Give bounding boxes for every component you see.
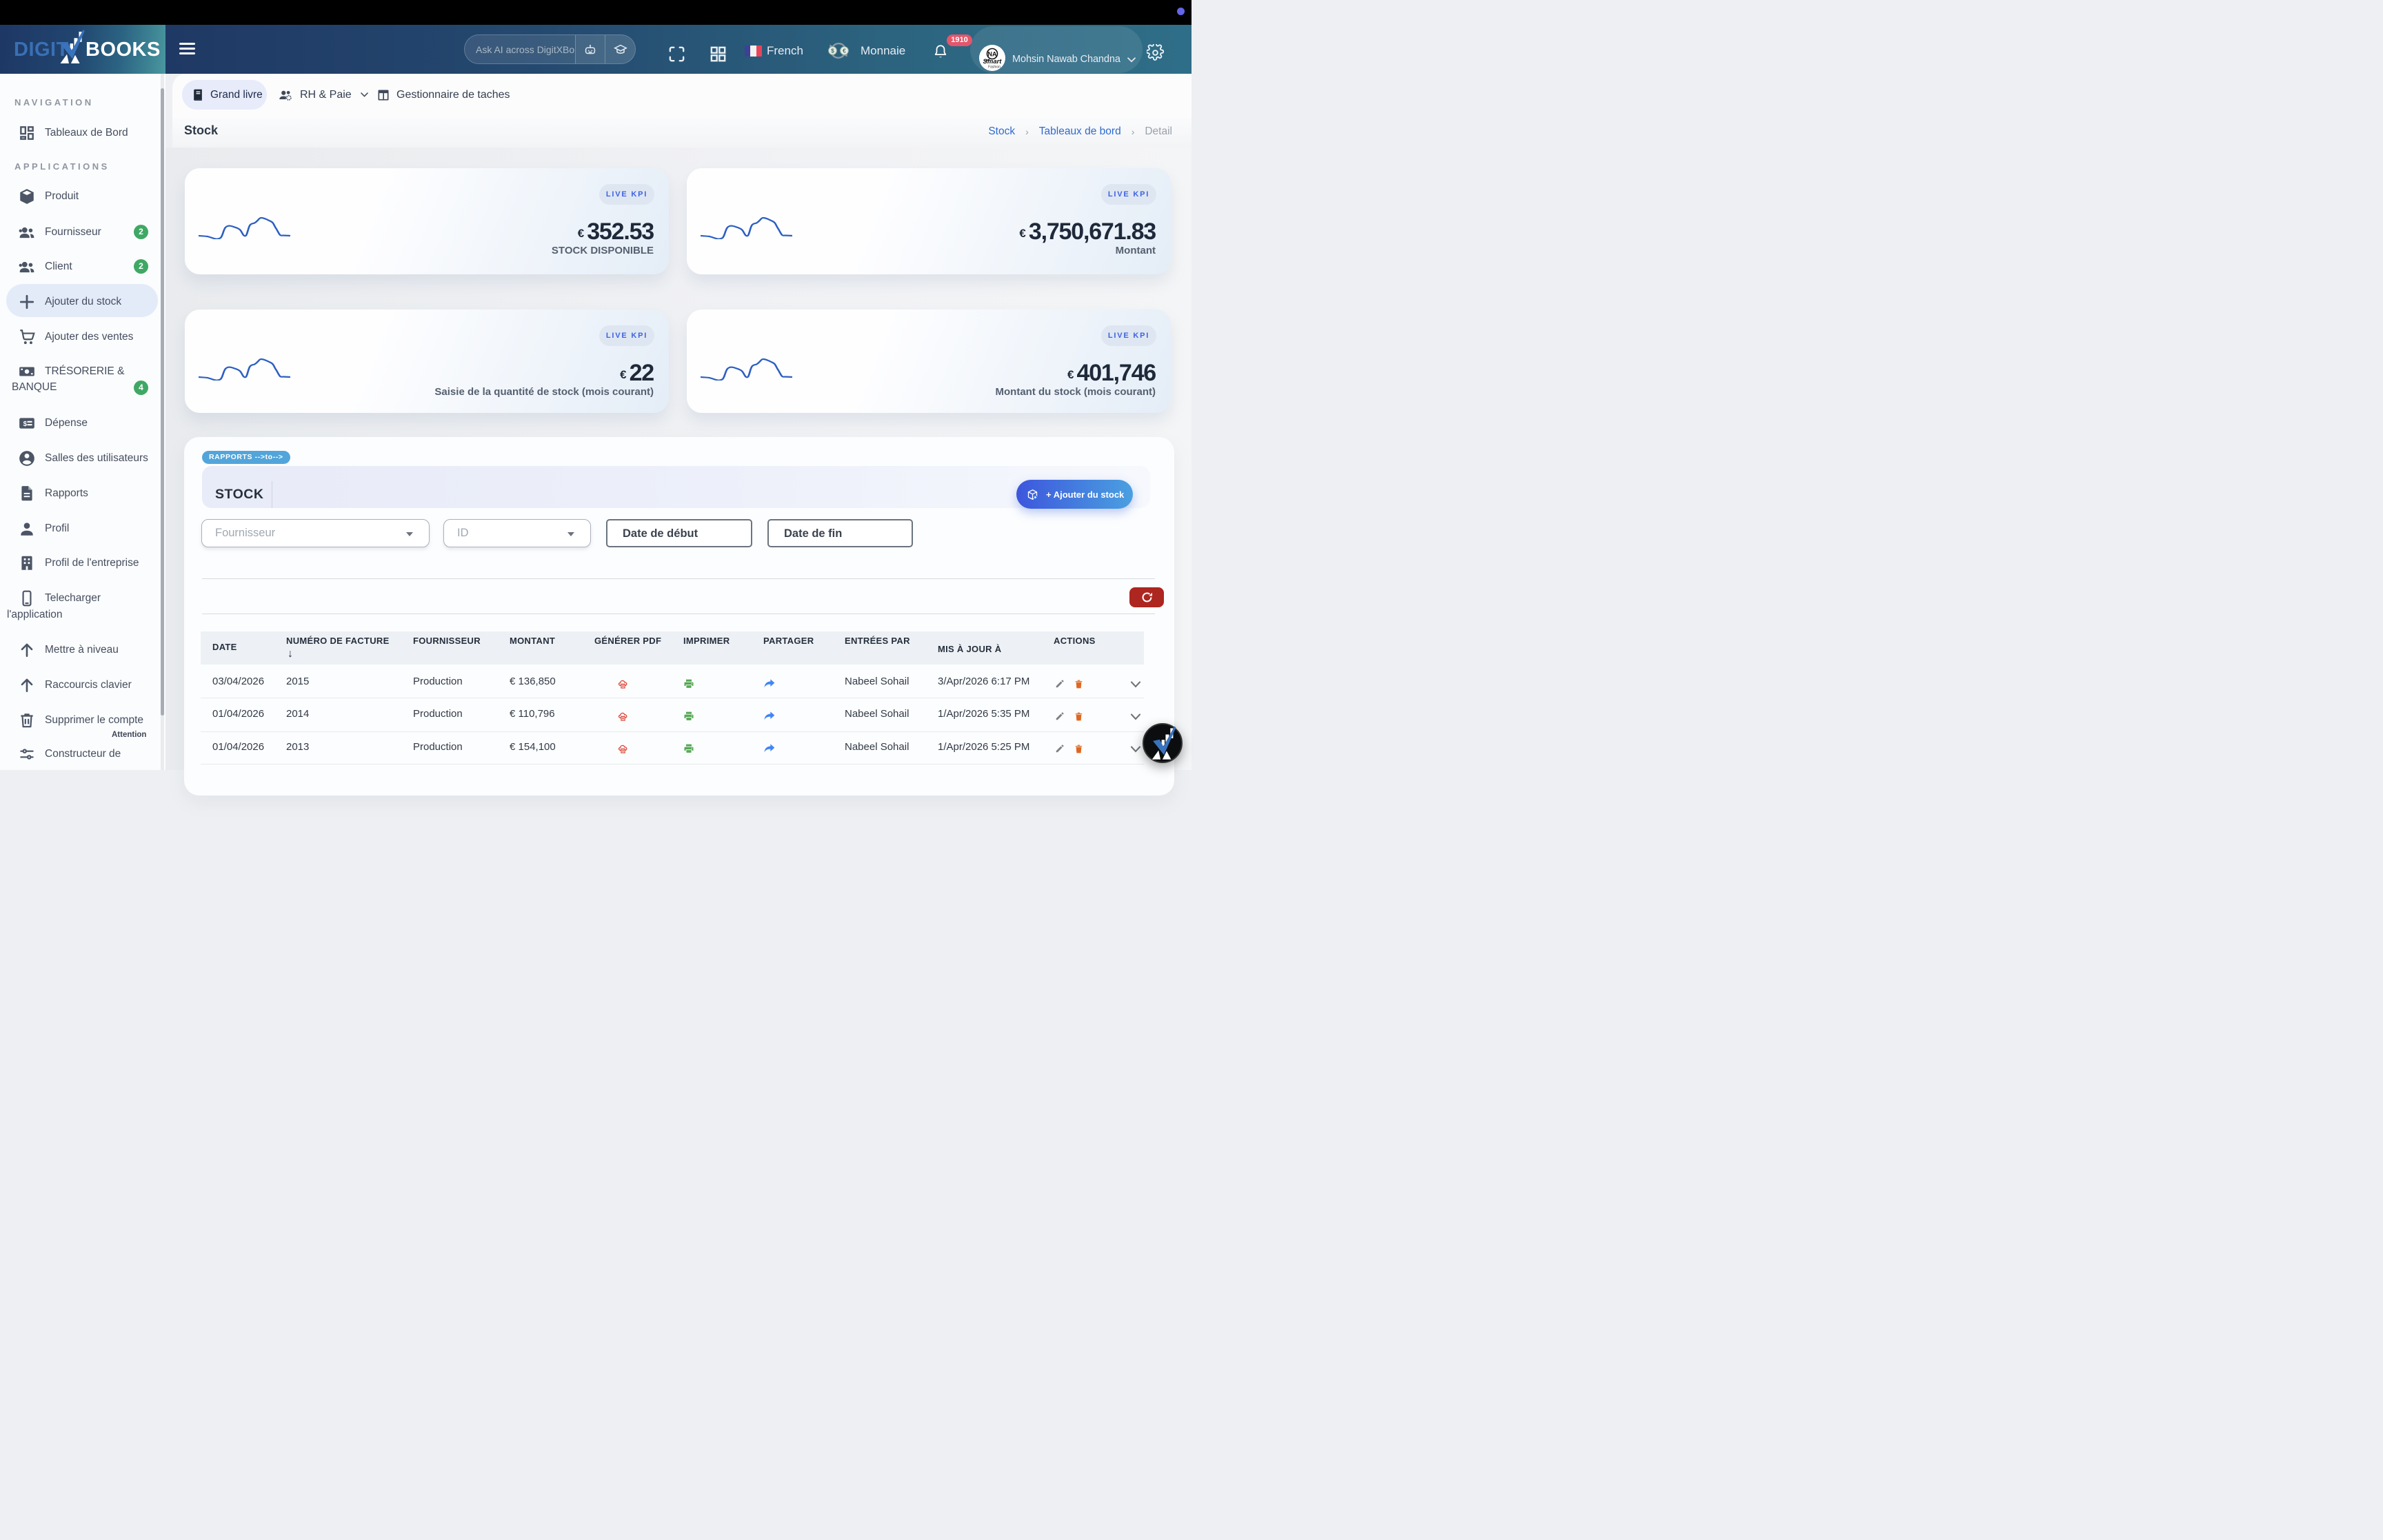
svg-text:$: $ — [23, 421, 28, 428]
svg-text:NA: NA — [988, 51, 997, 58]
svg-text:Smart: Smart — [983, 58, 1003, 65]
svg-text:Fashion: Fashion — [988, 65, 1001, 70]
svg-text:$: $ — [831, 48, 834, 54]
svg-text:€: € — [843, 48, 846, 54]
